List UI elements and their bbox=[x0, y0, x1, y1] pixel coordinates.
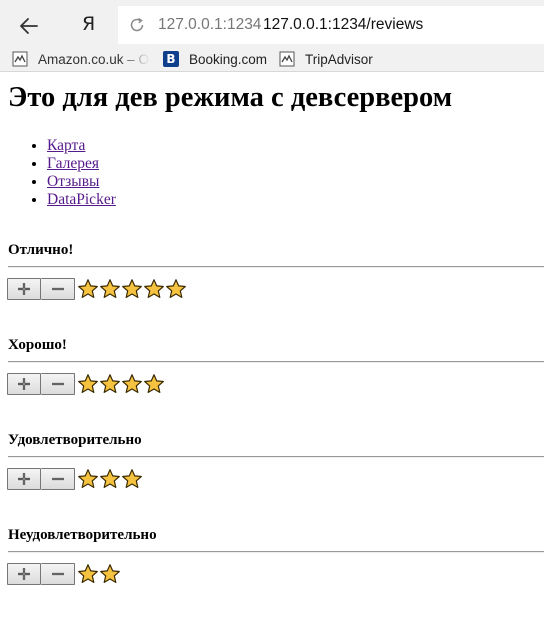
bookmark-label: Amazon.co.uk – Or bbox=[38, 51, 150, 67]
minus-icon bbox=[51, 572, 64, 576]
rating-controls bbox=[7, 373, 165, 395]
nav-item: Карта bbox=[47, 137, 116, 155]
bookmark-booking[interactable]: B Booking.com bbox=[163, 49, 273, 69]
divider bbox=[8, 361, 544, 363]
remove-star-button[interactable] bbox=[41, 278, 75, 300]
url-text[interactable]: 127.0.0.1:1234/reviews bbox=[263, 16, 423, 34]
star-icon bbox=[166, 279, 186, 298]
nav-link-gallery[interactable]: Галерея bbox=[47, 155, 99, 172]
divider bbox=[8, 266, 544, 268]
nav-link-datapicker[interactable]: DataPicker bbox=[47, 191, 116, 208]
remove-star-button[interactable] bbox=[41, 468, 75, 490]
add-star-button[interactable] bbox=[7, 563, 41, 585]
nav-list: Карта Галерея Отзывы DataPicker bbox=[8, 137, 116, 209]
browser-logo[interactable]: Я bbox=[82, 12, 102, 36]
add-star-button[interactable] bbox=[7, 468, 41, 490]
star-icon bbox=[122, 279, 142, 298]
star-icon bbox=[78, 279, 98, 298]
star-rating bbox=[77, 563, 121, 585]
star-icon bbox=[100, 469, 120, 488]
bookmark-amazon[interactable]: Amazon.co.uk – Or bbox=[12, 49, 150, 69]
bookmark-label: Booking.com bbox=[189, 51, 268, 67]
bookmark-label: TripAdvisor bbox=[305, 51, 373, 67]
star-icon bbox=[78, 469, 98, 488]
minus-icon bbox=[51, 477, 64, 481]
nav-item: Отзывы bbox=[47, 173, 116, 191]
divider bbox=[8, 456, 544, 458]
review-title: Неудовлетворительно bbox=[8, 527, 157, 543]
minus-icon bbox=[51, 382, 64, 386]
star-icon bbox=[100, 564, 120, 583]
back-button[interactable] bbox=[16, 13, 42, 39]
star-icon bbox=[144, 279, 164, 298]
rating-controls bbox=[7, 278, 187, 300]
remove-star-button[interactable] bbox=[41, 373, 75, 395]
star-rating bbox=[77, 373, 165, 395]
star-icon bbox=[78, 374, 98, 393]
divider bbox=[8, 551, 544, 553]
plus-icon bbox=[18, 283, 30, 295]
plus-icon bbox=[18, 568, 30, 580]
rating-controls bbox=[7, 468, 143, 490]
star-icon bbox=[78, 564, 98, 583]
nav-link-map[interactable]: Карта bbox=[47, 137, 85, 154]
amazon-favicon-icon bbox=[12, 51, 28, 67]
minus-icon bbox=[51, 287, 64, 291]
nav-item: Галерея bbox=[47, 155, 116, 173]
browser-toolbar: Я 127.0.0.1:1234 127.0.0.1:1234/reviews bbox=[0, 0, 544, 46]
star-icon bbox=[122, 469, 142, 488]
page-title: Это для дев режима с девсервером bbox=[8, 82, 453, 113]
star-icon bbox=[122, 374, 142, 393]
bookmarks-bar: Amazon.co.uk – Or B Booking.com TripAdvi… bbox=[0, 46, 544, 72]
star-icon bbox=[144, 374, 164, 393]
reload-icon[interactable] bbox=[128, 16, 146, 34]
add-star-button[interactable] bbox=[7, 278, 41, 300]
add-star-button[interactable] bbox=[7, 373, 41, 395]
star-rating bbox=[77, 468, 143, 490]
booking-favicon-icon: B bbox=[163, 51, 179, 67]
plus-icon bbox=[18, 473, 30, 485]
star-rating bbox=[77, 278, 187, 300]
star-icon bbox=[100, 374, 120, 393]
review-title: Хорошо! bbox=[8, 337, 67, 353]
nav-link-reviews[interactable]: Отзывы bbox=[47, 173, 99, 190]
url-host: 127.0.0.1:1234 bbox=[158, 16, 262, 33]
back-arrow-icon bbox=[20, 18, 38, 34]
bookmark-tripadvisor[interactable]: TripAdvisor bbox=[279, 49, 379, 69]
address-bar[interactable]: 127.0.0.1:1234 127.0.0.1:1234/reviews bbox=[118, 6, 544, 44]
review-title: Отлично! bbox=[8, 242, 74, 258]
remove-star-button[interactable] bbox=[41, 563, 75, 585]
rating-controls bbox=[7, 563, 121, 585]
review-title: Удовлетворительно bbox=[8, 432, 142, 448]
nav-item: DataPicker bbox=[47, 191, 116, 209]
star-icon bbox=[100, 279, 120, 298]
tripadvisor-favicon-icon bbox=[279, 51, 295, 67]
plus-icon bbox=[18, 378, 30, 390]
